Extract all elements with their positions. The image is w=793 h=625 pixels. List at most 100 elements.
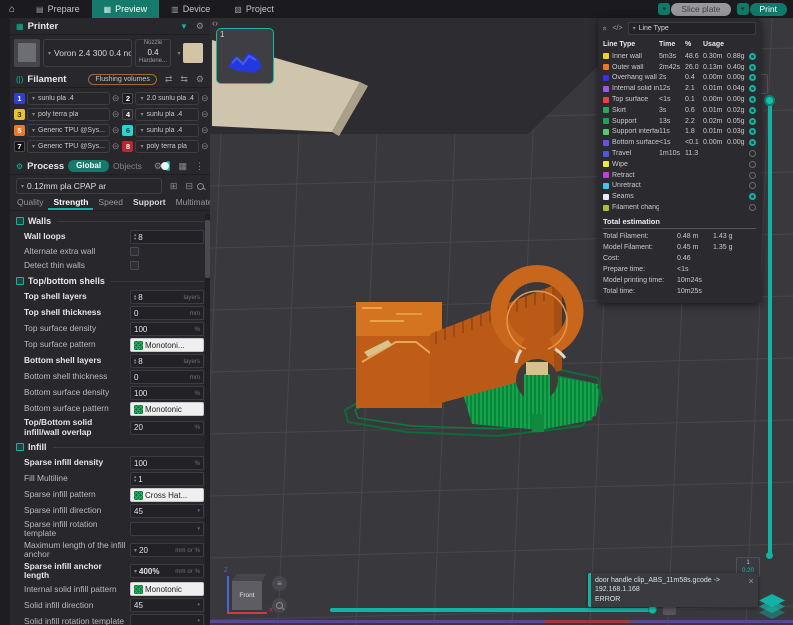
slice-options-chevron-icon[interactable]: ▾ (658, 3, 670, 15)
spinner-arrows-icon[interactable]: ▴▾ (134, 233, 136, 240)
filament-edit-icon[interactable]: ⊖ (112, 141, 120, 152)
orientation-gizmo[interactable]: Front Z X (224, 570, 272, 620)
eye-off-icon[interactable] (749, 182, 756, 189)
eye-on-icon[interactable] (749, 118, 756, 125)
tab-prepare[interactable]: ▤Prepare (24, 0, 92, 18)
filament-edit-icon[interactable]: ⊖ (201, 125, 209, 136)
process-global-tab[interactable]: Global (68, 160, 109, 172)
view-type-select[interactable]: ▾ Line Type (628, 22, 756, 35)
spinner-arrows-icon[interactable]: ▴▾ (134, 294, 136, 301)
filament-preset-select[interactable]: ▾sunlu pla .4 (135, 124, 199, 137)
setting-select[interactable]: 45▾ (130, 504, 204, 518)
filament-preset-select[interactable]: ▾2.0 sunlu pla .4 (135, 92, 199, 105)
view-menu-button[interactable]: ≡ (272, 576, 287, 591)
save-preset-icon[interactable]: ⊞ (170, 181, 178, 192)
tab-quality[interactable]: Quality (12, 196, 48, 210)
filament-settings-icon[interactable]: ⚙ (196, 74, 204, 85)
tab-project[interactable]: ▧Project (222, 0, 286, 18)
viewport-collapse-icon[interactable]: ‹› (212, 18, 218, 28)
setting-pattern-select[interactable]: Monotonic (130, 582, 204, 596)
group-checkbox[interactable] (16, 443, 24, 451)
printer-thumbnail[interactable] (14, 39, 40, 67)
advanced-toggle[interactable] (166, 161, 171, 171)
setting-pattern-select[interactable]: Monotonic (130, 402, 204, 416)
eye-on-icon[interactable] (749, 139, 756, 146)
delete-preset-icon[interactable]: ⊟ (185, 181, 193, 192)
filament-preset-select[interactable]: ▾poly terra pla (135, 140, 199, 153)
printer-preset-select[interactable]: ▾ Voron 2.4 300 0.4 nozzle ... (43, 39, 132, 67)
setting-input[interactable]: 20% (130, 421, 204, 435)
eye-off-icon[interactable] (749, 204, 756, 211)
filament-edit-icon[interactable]: ⊖ (112, 125, 120, 136)
filament-preset-select[interactable]: ▾Generic TPU @Sys... (27, 124, 110, 137)
toast-close-icon[interactable]: × (744, 573, 758, 607)
tab-strength[interactable]: Strength (48, 196, 93, 210)
print-options-chevron-icon[interactable]: ▾ (737, 3, 749, 15)
eye-on-icon[interactable] (749, 96, 756, 103)
collapse-panel-icon[interactable]: « (601, 26, 610, 30)
filament-edit-icon[interactable]: ⊖ (201, 109, 209, 120)
setting-checkbox[interactable] (130, 247, 139, 256)
home-icon[interactable]: ⌂ (0, 4, 24, 15)
objects-table-icon[interactable]: ▦ (178, 161, 187, 172)
eye-on-icon[interactable] (749, 64, 756, 71)
layer-slider-bottom-handle[interactable] (766, 552, 773, 559)
setting-input[interactable]: 100% (130, 322, 204, 336)
search-icon[interactable] (197, 183, 204, 190)
filament-edit-icon[interactable]: ⊖ (112, 93, 120, 104)
setting-input[interactable]: 0mm (130, 306, 204, 320)
setting-combo[interactable]: ▾20mm or % (130, 543, 204, 557)
filament-preset-select[interactable]: ▾Generic TPU @Sys... (27, 140, 110, 153)
filament-color-chip[interactable]: 1 (14, 93, 25, 104)
filter-funnel-icon[interactable]: ▼ (180, 22, 188, 31)
spin-down-icon[interactable]: ▾ (134, 479, 136, 483)
flushing-volumes-button[interactable]: Flushing volumes (88, 74, 156, 85)
setting-combo[interactable]: ▾400%mm or % (130, 564, 204, 578)
process-more-icon[interactable]: ⋮ (195, 161, 204, 172)
filament-preset-select[interactable]: ▾sunlu pla .4 (27, 92, 110, 105)
filament-color-chip[interactable]: 6 (122, 125, 133, 136)
setting-pattern-select[interactable]: Cross Hat... (130, 488, 204, 502)
filament-color-chip[interactable]: 3 (14, 109, 25, 120)
filament-color-chip[interactable]: 4 (122, 109, 133, 120)
moves-slider-track[interactable] (330, 608, 656, 612)
bed-type-select[interactable]: ▾ (174, 39, 206, 67)
printer-settings-icon[interactable]: ⚙ (196, 21, 204, 32)
filament-preset-select[interactable]: ▾sunlu pla .4 (135, 108, 199, 121)
layer-slider-track[interactable] (768, 100, 772, 558)
filament-edit-icon[interactable]: ⊖ (112, 109, 120, 120)
eye-on-icon[interactable] (749, 107, 756, 114)
tab-multimaterial[interactable]: Multimaterial (171, 196, 210, 210)
filament-color-chip[interactable]: 2 (122, 93, 133, 104)
spin-down-icon[interactable]: ▾ (134, 297, 136, 301)
layer-slider-handle[interactable] (764, 95, 775, 106)
filament-edit-icon[interactable]: ⊖ (201, 93, 209, 104)
group-checkbox[interactable] (16, 277, 24, 285)
eye-on-icon[interactable] (749, 128, 756, 135)
setting-input[interactable]: 0mm (130, 370, 204, 384)
zoom-button[interactable] (272, 598, 287, 613)
setting-pattern-select[interactable]: Monotoni... (130, 338, 204, 352)
process-preset-select[interactable]: ▾ 0.12mm pla CPAP ar (16, 178, 162, 194)
eye-on-icon[interactable] (749, 193, 756, 200)
spinner-arrows-icon[interactable]: ▴▾ (134, 475, 136, 482)
slice-plate-button[interactable]: Slice plate (671, 3, 730, 16)
eye-on-icon[interactable] (749, 53, 756, 60)
setting-select[interactable]: ▾ (130, 522, 204, 536)
process-objects-tab[interactable]: Objects (113, 161, 142, 171)
filament-color-chip[interactable]: 7 (14, 141, 25, 152)
filament-color-chip[interactable]: 8 (122, 141, 133, 152)
gizmo-front-face[interactable]: Front (232, 581, 262, 610)
eye-on-icon[interactable] (749, 85, 756, 92)
setting-input[interactable]: 100% (130, 386, 204, 400)
eye-off-icon[interactable] (749, 150, 756, 157)
print-button[interactable]: Print (750, 3, 787, 16)
filament-preset-select[interactable]: ▾poly terra pla (27, 108, 110, 121)
scrollbar-thumb[interactable] (205, 220, 210, 278)
filament-color-chip[interactable]: 5 (14, 125, 25, 136)
setting-checkbox[interactable] (130, 261, 139, 270)
filament-sync-icon[interactable]: ⇄ (165, 74, 173, 85)
settings-scrollbar[interactable] (205, 214, 210, 625)
filament-edit-icon[interactable]: ⊖ (201, 141, 209, 152)
tab-support[interactable]: Support (128, 196, 171, 210)
